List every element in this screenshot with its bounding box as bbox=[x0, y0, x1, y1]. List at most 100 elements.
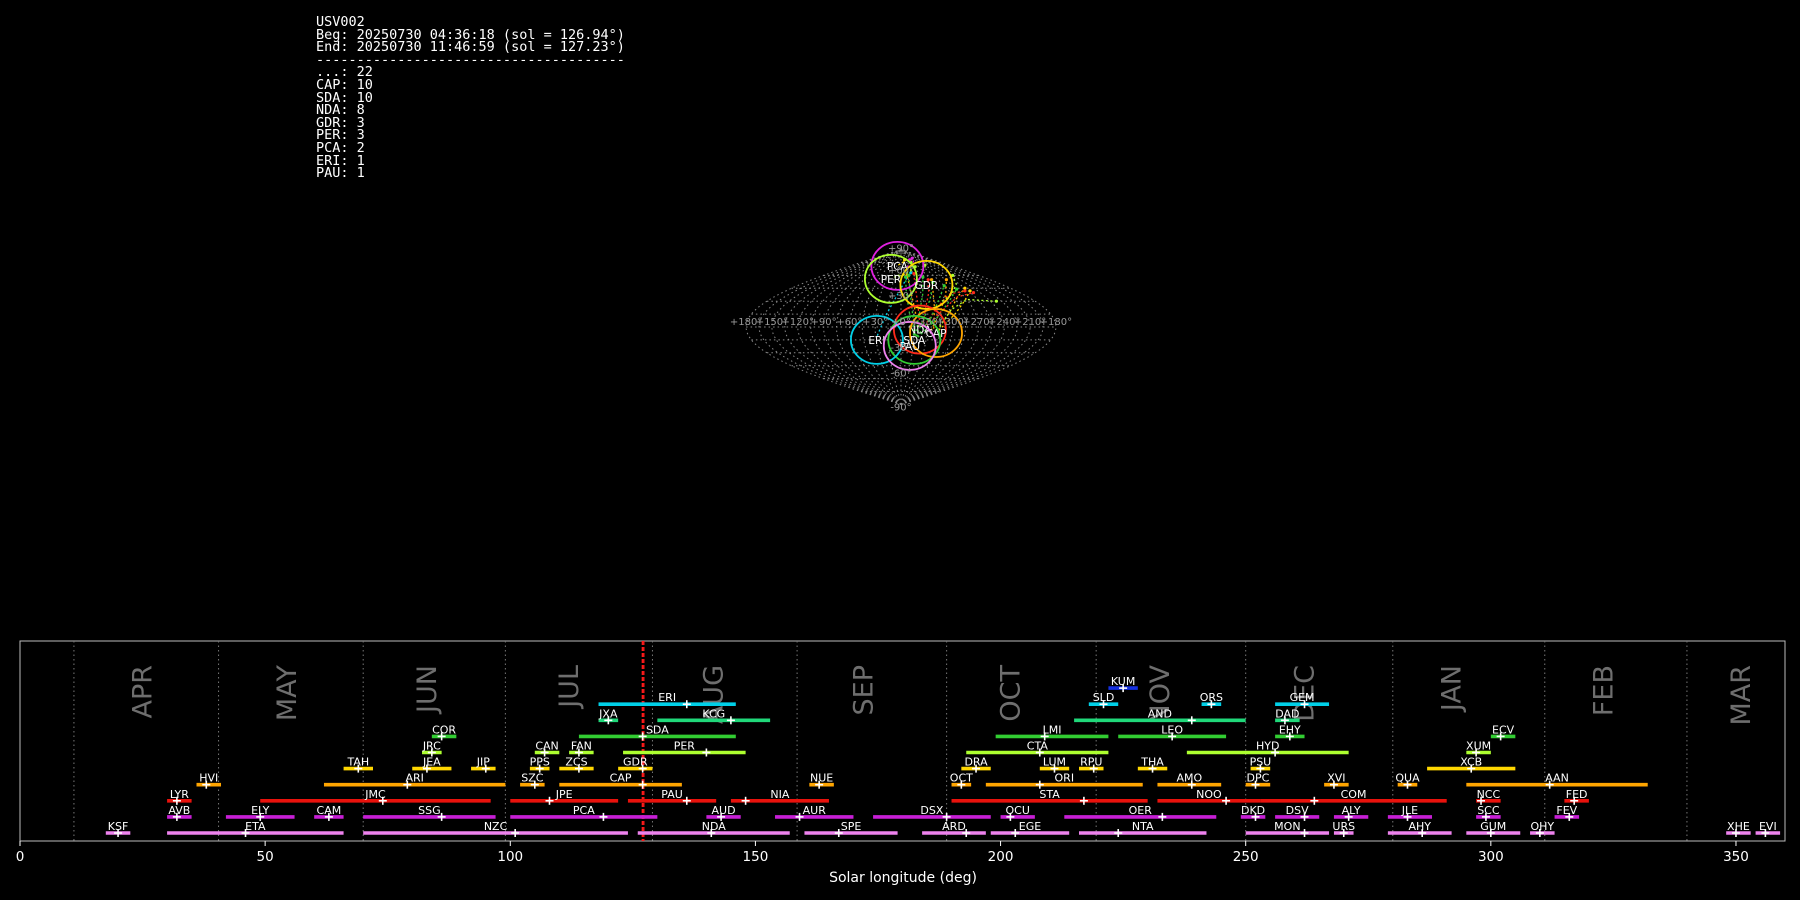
shower-code: DKD bbox=[1241, 804, 1265, 817]
meteor-endpoint bbox=[944, 278, 949, 282]
sky-axis-labels: +180°+150°+120°+90° +60° +30° +0° +330°+300°… bbox=[730, 244, 1072, 414]
shower-code: ARI bbox=[405, 772, 423, 785]
shower-code: EGE bbox=[1019, 820, 1041, 833]
month-label: DEC bbox=[1290, 665, 1321, 722]
lat-tick-label: +60° bbox=[888, 265, 914, 276]
shower-code: PSU bbox=[1250, 756, 1272, 769]
shower-code: EVI bbox=[1759, 820, 1777, 833]
shower-code: SSG bbox=[418, 804, 441, 817]
shower-code: SPE bbox=[841, 820, 862, 833]
x-tick-label: 100 bbox=[497, 849, 523, 865]
shower-code: MON bbox=[1274, 820, 1300, 833]
x-tick-label: 350 bbox=[1723, 849, 1749, 865]
shower-code: DAD bbox=[1275, 707, 1299, 720]
meteor-endpoint bbox=[963, 289, 967, 293]
shower-code: COR bbox=[432, 723, 456, 736]
shower-code: ALY bbox=[1342, 804, 1361, 817]
shower-code: XHE bbox=[1727, 820, 1750, 833]
x-tick-label: 200 bbox=[988, 849, 1014, 865]
month-label: APR bbox=[128, 665, 159, 719]
meteor-endpoint bbox=[994, 299, 998, 303]
month-label: AUG bbox=[699, 665, 730, 724]
shower-code: SLD bbox=[1093, 691, 1115, 704]
shower-code: SCC bbox=[1477, 804, 1500, 817]
shower-code: KUM bbox=[1111, 675, 1135, 688]
shower-code: HVI bbox=[199, 772, 218, 785]
shower-code: NOO bbox=[1196, 788, 1222, 801]
meteor-endpoint bbox=[942, 284, 946, 288]
x-tick-label: 0 bbox=[16, 849, 25, 865]
lat-tick-label: -90° bbox=[890, 402, 911, 413]
shower-code: ETA bbox=[245, 820, 266, 833]
month-label: FEB bbox=[1589, 665, 1620, 716]
shower-code: CAM bbox=[317, 804, 342, 817]
shower-code: JPE bbox=[555, 788, 573, 801]
shower-code: PCA bbox=[573, 804, 595, 817]
radiant-label: GDR bbox=[915, 280, 939, 292]
shower-code: FAN bbox=[571, 740, 592, 753]
shower-code: FED bbox=[1566, 788, 1588, 801]
shower-bars: KSF ETA NZC NDA SPE ARD EGE NTA MON URS AHY GUM OHY X… bbox=[105, 675, 1781, 837]
lon-tick-label: +120° bbox=[782, 317, 814, 328]
shower-code: OCT bbox=[950, 772, 973, 785]
month-label: JUL bbox=[554, 665, 585, 710]
shower-code: RPU bbox=[1080, 756, 1102, 769]
month-label: OCT bbox=[995, 665, 1026, 722]
shower-code: NIA bbox=[770, 788, 789, 801]
month-label: JUN bbox=[412, 665, 443, 715]
shower-code: ZCS bbox=[565, 756, 587, 769]
shower-code: COM bbox=[1341, 788, 1367, 801]
shower-code: AUR bbox=[803, 804, 827, 817]
shower-code: DSV bbox=[1286, 804, 1309, 817]
shower-code: ARD bbox=[942, 820, 966, 833]
shower-code: ORI bbox=[1055, 772, 1075, 785]
meteor-endpoint bbox=[910, 256, 914, 260]
shower-code: FEV bbox=[1556, 804, 1577, 817]
shower-code: CAP bbox=[610, 772, 632, 785]
shower-code: HYD bbox=[1256, 740, 1279, 753]
lon-tick-label: +30° bbox=[862, 317, 888, 328]
shower-code: THA bbox=[1140, 756, 1164, 769]
shower-code: KCG bbox=[702, 707, 725, 720]
shower-code: JEA bbox=[422, 756, 441, 769]
month-label: MAR bbox=[1726, 665, 1757, 726]
shower-code: AAN bbox=[1545, 772, 1569, 785]
shower-code: NCC bbox=[1477, 788, 1501, 801]
shower-code: ERI bbox=[658, 691, 676, 704]
shower-code: LUM bbox=[1043, 756, 1066, 769]
shower-code: OHY bbox=[1530, 820, 1554, 833]
month-label: MAY bbox=[272, 665, 303, 722]
x-axis-label: Solar longitude (deg) bbox=[829, 870, 977, 886]
shower-code: GEM bbox=[1290, 691, 1315, 704]
x-tick-label: 150 bbox=[743, 849, 769, 865]
shower-code: NUE bbox=[810, 772, 833, 785]
meteor-endpoint bbox=[968, 289, 972, 293]
shower-code: GDR bbox=[623, 756, 648, 769]
x-tick-label: 250 bbox=[1233, 849, 1259, 865]
shower-code: TAH bbox=[346, 756, 369, 769]
shower-code: LYR bbox=[170, 788, 189, 801]
shower-code: DPC bbox=[1247, 772, 1270, 785]
meteor-endpoint bbox=[955, 287, 959, 291]
radiant-sky-map: PCAPERGDRNDACAPSDAERIPAU +180°+150°+120°… bbox=[730, 241, 1072, 414]
shower-code: URS bbox=[1332, 820, 1355, 833]
shower-code: JRC bbox=[422, 740, 441, 753]
shower-code: DRA bbox=[964, 756, 988, 769]
shower-code: JMC bbox=[364, 788, 386, 801]
shower-code: ELY bbox=[251, 804, 270, 817]
lon-tick-label: +60° bbox=[836, 317, 862, 328]
x-tick-label: 300 bbox=[1478, 849, 1504, 865]
shower-code: SDA bbox=[646, 723, 669, 736]
shower-code: CAN bbox=[535, 740, 558, 753]
shower-code: OCU bbox=[1006, 804, 1030, 817]
shower-code: NZC bbox=[484, 820, 508, 833]
shower-code: XVI bbox=[1327, 772, 1345, 785]
shower-code: AHY bbox=[1408, 820, 1431, 833]
shower-code: AND bbox=[1148, 707, 1172, 720]
shower-code: PAU bbox=[661, 788, 683, 801]
radiant-label: ERI bbox=[868, 335, 885, 347]
shower-code: JIP bbox=[476, 756, 490, 769]
lon-tick-label: +180° bbox=[1040, 317, 1072, 328]
shower-code: ORS bbox=[1200, 691, 1223, 704]
shower-code: AUD bbox=[712, 804, 736, 817]
